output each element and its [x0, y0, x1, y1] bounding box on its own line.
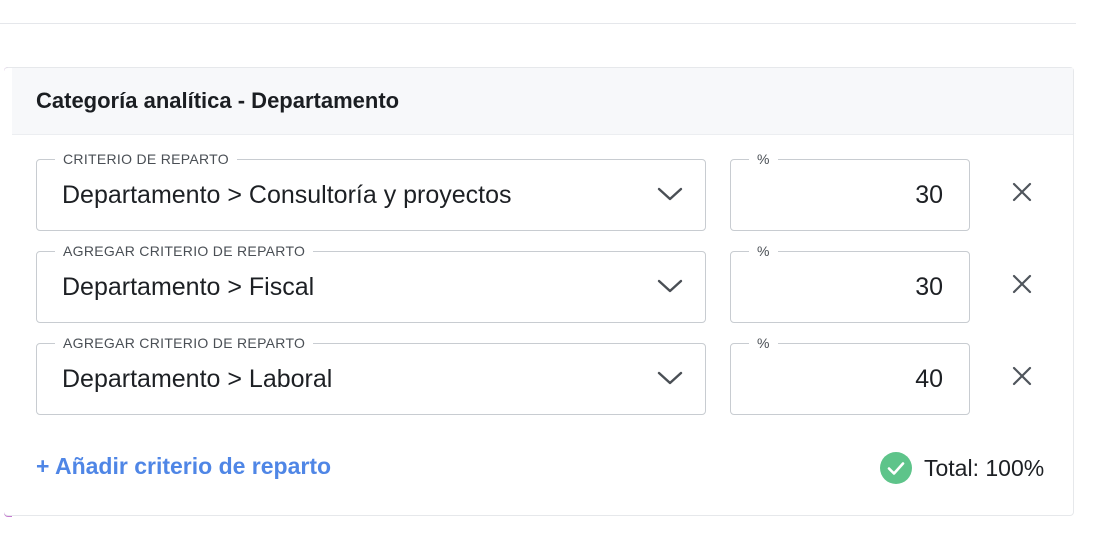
close-icon[interactable]: [1010, 364, 1034, 388]
criterion-select-3[interactable]: AGREGAR CRITERIO DE REPARTO Departamento…: [36, 334, 706, 415]
criterion-select-1[interactable]: CRITERIO DE REPARTO Departamento > Consu…: [36, 150, 706, 231]
total-label: Total: 100%: [924, 454, 1045, 481]
criterion-value-2: Departamento > Fiscal: [62, 273, 315, 301]
percent-value-1: 30: [915, 181, 943, 209]
criterion-label-1: CRITERIO DE REPARTO: [55, 150, 237, 168]
percent-value-2: 30: [915, 273, 943, 301]
close-icon[interactable]: [1010, 272, 1034, 296]
card-title: Categoría analítica - Departamento: [36, 88, 400, 113]
percent-input-3[interactable]: % 40: [730, 334, 970, 415]
check-circle-icon: [880, 452, 912, 484]
top-divider: [0, 23, 1076, 24]
chevron-down-icon[interactable]: [657, 186, 683, 202]
criterion-label-2: AGREGAR CRITERIO DE REPARTO: [55, 242, 314, 260]
percent-label-3: %: [749, 334, 778, 352]
percent-value-3: 40: [915, 365, 943, 393]
add-criterion-link[interactable]: + Añadir criterio de reparto: [36, 453, 331, 480]
percent-input-2[interactable]: % 30: [730, 242, 970, 323]
card-header: Categoría analítica - Departamento: [12, 68, 1073, 135]
criterion-value-1: Departamento > Consultoría y proyectos: [62, 181, 512, 209]
criterion-select-2[interactable]: AGREGAR CRITERIO DE REPARTO Departamento…: [36, 242, 706, 323]
chevron-down-icon[interactable]: [657, 370, 683, 386]
criterion-value-3: Departamento > Laboral: [62, 365, 333, 393]
close-icon[interactable]: [1010, 180, 1034, 204]
criterion-label-3: AGREGAR CRITERIO DE REPARTO: [55, 334, 314, 352]
percent-label-2: %: [749, 242, 778, 260]
total-summary: Total: 100%: [880, 452, 1044, 484]
chevron-down-icon[interactable]: [657, 278, 683, 294]
percent-input-1[interactable]: % 30: [730, 150, 970, 231]
percent-label-1: %: [749, 150, 778, 168]
